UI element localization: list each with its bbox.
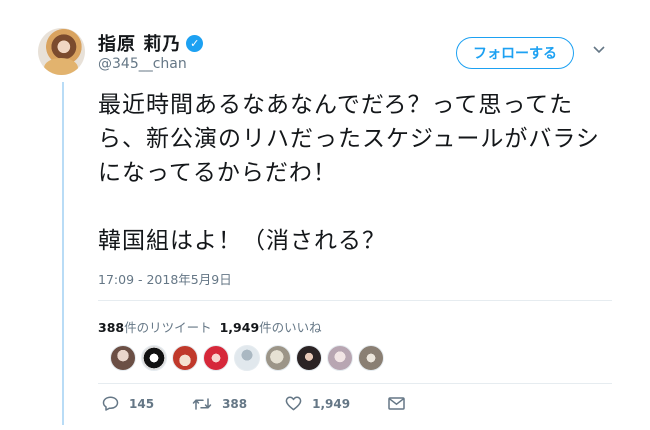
like-button[interactable]: 1,949: [285, 396, 350, 411]
like-count: 1,949: [312, 396, 351, 411]
tweet-text: 最近時間あるなあなんでだろ？って思ってたら、新公演のリハだったスケジュールがバラ…: [98, 92, 600, 254]
envelope-icon: [388, 397, 405, 410]
liker-avatar[interactable]: [110, 345, 136, 371]
liker-avatar[interactable]: [265, 345, 291, 371]
reply-icon: [102, 396, 119, 411]
likers-avatars: [110, 345, 384, 371]
thread-line: [62, 82, 64, 425]
retweet-icon: [192, 397, 212, 411]
liker-avatar[interactable]: [141, 345, 167, 371]
liker-avatar[interactable]: [296, 345, 322, 371]
verified-badge-icon: ✓: [186, 34, 204, 52]
reply-count: 145: [129, 396, 155, 411]
reply-button[interactable]: 145: [102, 396, 154, 411]
divider: [98, 383, 612, 384]
user-handle[interactable]: @345__chan: [98, 56, 187, 72]
liker-avatar[interactable]: [203, 345, 229, 371]
user-name-row[interactable]: 指原 莉乃 ✓: [98, 30, 204, 56]
retweet-button[interactable]: 388: [192, 397, 247, 411]
retweets-label: 件のリツイート: [124, 320, 212, 335]
engagement-stats: 388件のリツイート 1,949件のいいね: [98, 317, 322, 336]
retweets-count: 388: [98, 320, 125, 335]
tweet-card: 指原 莉乃 ✓ @345__chan フォローする 最近時間あるなあなんでだろ？…: [0, 0, 650, 430]
liker-avatar[interactable]: [327, 345, 353, 371]
liker-avatar[interactable]: [234, 345, 260, 371]
liker-avatar[interactable]: [358, 345, 384, 371]
retweet-count: 388: [222, 396, 248, 411]
direct-message-button[interactable]: [388, 397, 405, 410]
chevron-down-icon[interactable]: [593, 42, 605, 58]
likes-stat[interactable]: 1,949件のいいね: [220, 317, 322, 336]
tweet-timestamp[interactable]: 17:09 - 2018年5月9日: [98, 269, 232, 288]
user-name[interactable]: 指原 莉乃: [98, 30, 181, 56]
tweet-actions: 145 388 1,949: [102, 396, 443, 411]
likes-count: 1,949: [219, 320, 260, 335]
heart-icon: [285, 396, 302, 411]
divider: [98, 300, 612, 301]
likes-label: 件のいいね: [259, 320, 322, 335]
avatar[interactable]: [38, 28, 85, 75]
follow-button[interactable]: フォローする: [456, 37, 574, 69]
liker-avatar[interactable]: [172, 345, 198, 371]
retweets-stat[interactable]: 388件のリツイート: [98, 317, 212, 336]
